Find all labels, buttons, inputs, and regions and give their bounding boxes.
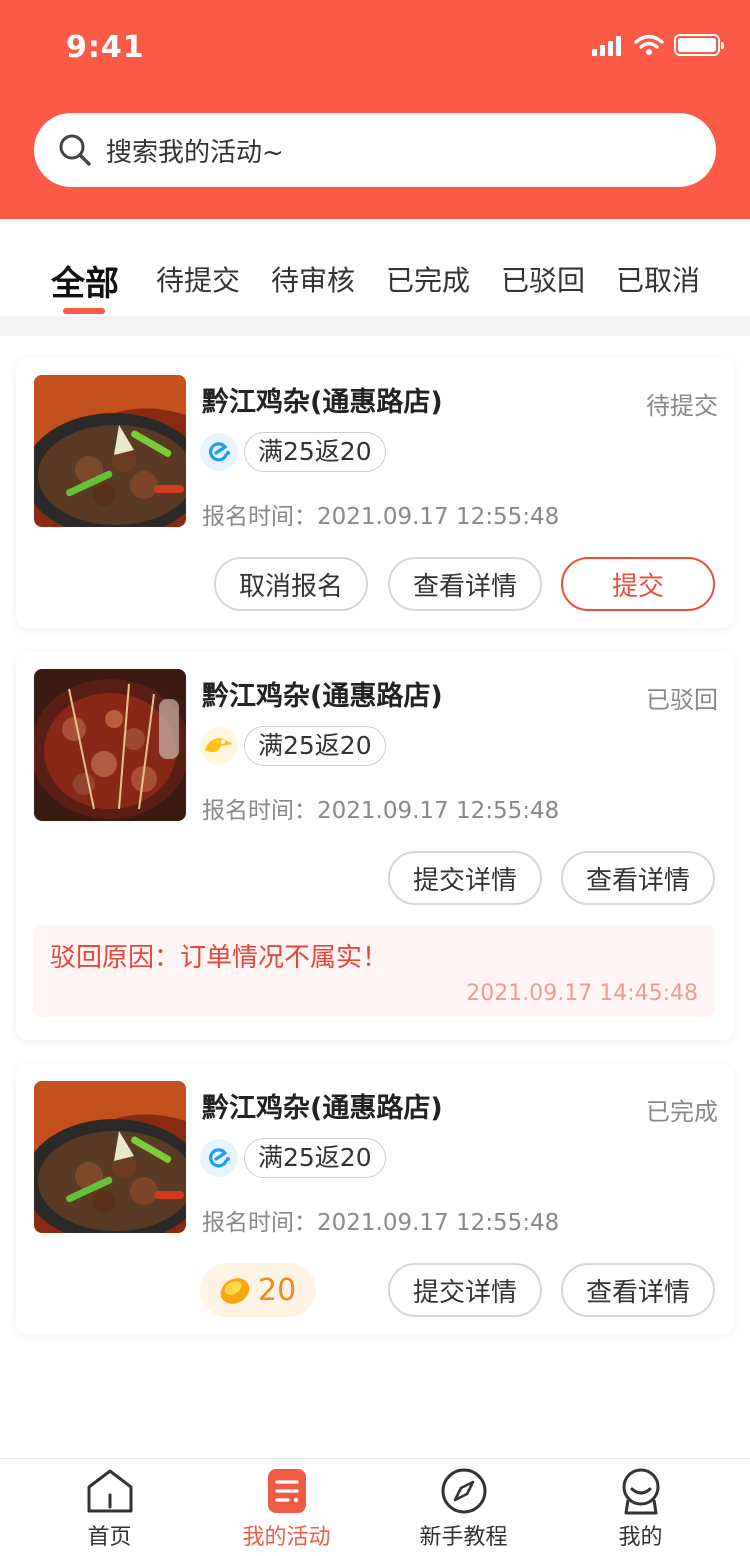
tab-all[interactable]: 全部 (51, 256, 119, 305)
battery-icon (674, 34, 724, 56)
wifi-icon (634, 34, 664, 55)
bottom-tab-bar: 首页 我的活动 新手教程 我的 (0, 1458, 750, 1556)
reward-badge: 20 (200, 1263, 316, 1317)
activity-card[interactable]: 黔江鸡杂(通惠路店) 已完成 满25返20 报名时间：2021.09.17 12… (16, 1064, 734, 1334)
promo-tag: 满25返20 (244, 1138, 386, 1178)
signal-icon (592, 34, 624, 56)
promo-tag: 满25返20 (244, 726, 386, 766)
tabbar-label: 新手教程 (419, 1525, 508, 1550)
store-name: 黔江鸡杂(通惠路店) (202, 681, 443, 712)
promo-tag: 满25返20 (244, 432, 386, 472)
tabbar-label: 我的活动 (242, 1525, 331, 1550)
tabbar-tutorial[interactable]: 新手教程 (370, 1459, 557, 1556)
activity-status: 已完成 (646, 1098, 718, 1126)
submission-details-button[interactable]: 提交详情 (388, 851, 542, 905)
search-bar[interactable]: 搜索我的活动~ (34, 113, 716, 187)
reject-reason: 驳回原因：订单情况不属实！ (50, 943, 389, 973)
tab-completed[interactable]: 已完成 (386, 259, 470, 299)
eleme-icon (200, 433, 238, 471)
tabbar-label: 我的 (618, 1525, 663, 1550)
store-name: 黔江鸡杂(通惠路店) (202, 1093, 443, 1124)
store-image (34, 669, 186, 821)
submission-details-button[interactable]: 提交详情 (388, 1263, 542, 1317)
tab-cancelled[interactable]: 已取消 (616, 259, 700, 299)
eleme-icon (200, 1139, 238, 1177)
tabbar-my-activities[interactable]: 我的活动 (193, 1459, 380, 1556)
signup-time: 报名时间：2021.09.17 12:55:48 (202, 1210, 560, 1236)
reject-time: 2021.09.17 14:45:48 (466, 981, 698, 1006)
home-icon (87, 1469, 132, 1513)
store-image (34, 1081, 186, 1233)
reject-notice: 驳回原因：订单情况不属实！ 2021.09.17 14:45:48 (33, 925, 715, 1017)
store-name: 黔江鸡杂(通惠路店) (202, 387, 443, 418)
status-icons (592, 34, 724, 56)
section-divider (0, 316, 750, 336)
tabbar-label: 首页 (87, 1525, 132, 1550)
signup-time: 报名时间：2021.09.17 12:55:48 (202, 504, 560, 530)
search-icon (59, 134, 91, 166)
status-time: 9:41 (66, 30, 145, 65)
meituan-icon (200, 727, 238, 765)
tabbar-home[interactable]: 首页 (16, 1459, 203, 1556)
view-details-button[interactable]: 查看详情 (561, 1263, 715, 1317)
profile-icon (622, 1468, 659, 1515)
reward-value: 20 (258, 1272, 297, 1308)
tab-pending-review[interactable]: 待审核 (271, 259, 355, 299)
coin-icon (220, 1278, 250, 1304)
filter-tabs: 全部 待提交 待审核 已完成 已驳回 已取消 (0, 219, 750, 316)
tab-rejected[interactable]: 已驳回 (501, 259, 585, 299)
activity-card[interactable]: 黔江鸡杂(通惠路店) 待提交 满25返20 报名时间：2021.09.17 12… (16, 358, 734, 628)
activity-status: 待提交 (646, 392, 718, 420)
header: 9:41 搜索我的活动~ (0, 0, 750, 219)
cancel-signup-button[interactable]: 取消报名 (214, 557, 368, 611)
submit-button[interactable]: 提交 (561, 557, 715, 611)
activity-status: 已驳回 (646, 686, 718, 714)
tab-active-indicator (63, 308, 105, 314)
store-image (34, 375, 186, 527)
compass-icon (441, 1468, 486, 1514)
activity-card[interactable]: 黔江鸡杂(通惠路店) 已驳回 满25返20 报名时间：2021.09.17 12… (16, 652, 734, 1040)
tab-pending-submit[interactable]: 待提交 (156, 259, 240, 299)
view-details-button[interactable]: 查看详情 (561, 851, 715, 905)
view-details-button[interactable]: 查看详情 (388, 557, 542, 611)
activity-icon (267, 1469, 306, 1513)
signup-time: 报名时间：2021.09.17 12:55:48 (202, 798, 560, 824)
tabbar-profile[interactable]: 我的 (547, 1459, 734, 1556)
search-input[interactable]: 搜索我的活动~ (106, 132, 284, 169)
